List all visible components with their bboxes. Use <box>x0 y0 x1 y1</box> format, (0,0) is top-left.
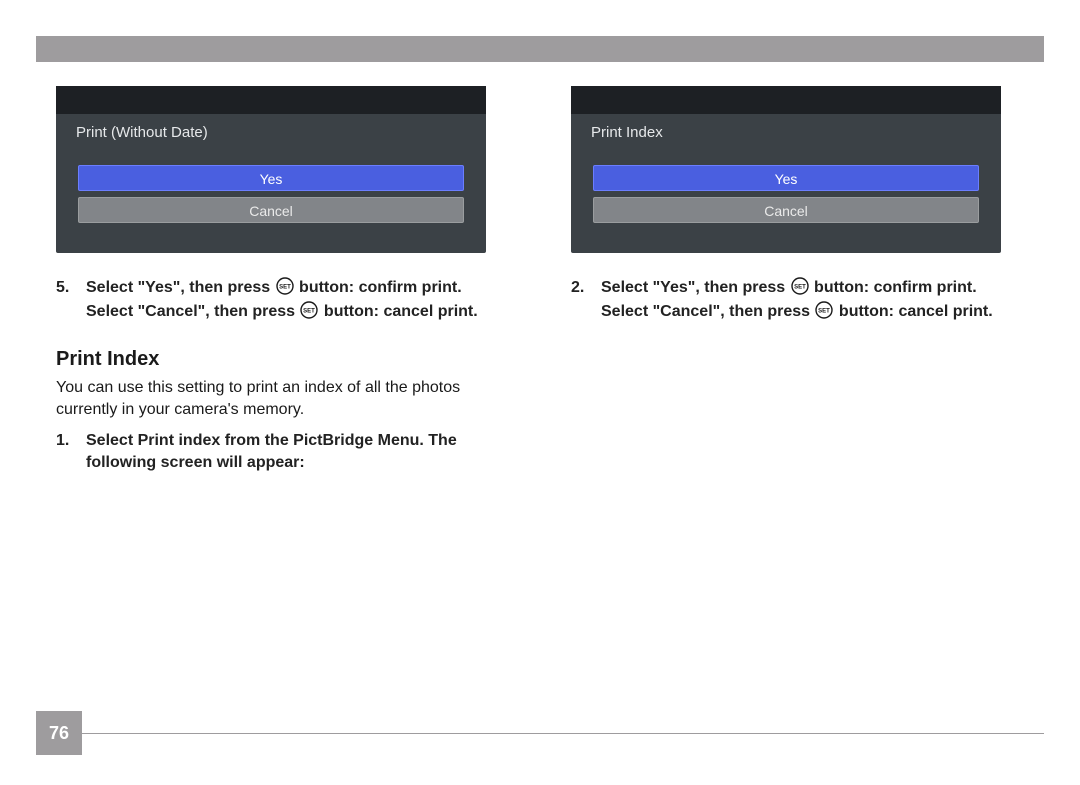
set-button-icon: SET <box>815 301 833 319</box>
screenshot-option-yes: Yes <box>78 165 464 191</box>
step-text: Select Print index from the PictBridge M… <box>86 430 509 473</box>
svg-text:SET: SET <box>794 285 806 291</box>
step-text: Select "Yes", then press SET button: con… <box>601 277 1024 322</box>
screenshot-option-yes: Yes <box>593 165 979 191</box>
svg-text:SET: SET <box>304 308 316 314</box>
left-steps-top: 5. Select "Yes", then press SET button: … <box>56 277 509 322</box>
text-fragment: button: cancel print. <box>834 303 992 320</box>
page-number: 76 <box>36 711 82 755</box>
text-fragment: button: cancel print. <box>319 303 477 320</box>
page-body: Print (Without Date) Yes Cancel 5. Selec… <box>48 86 1032 745</box>
step-subline: Select "Cancel", then press SET button: … <box>86 301 509 323</box>
section-heading-print-index: Print Index <box>56 348 509 371</box>
step-number: 5. <box>56 277 72 322</box>
screenshot-option-cancel: Cancel <box>78 197 464 223</box>
screenshot-print-index: Print Index Yes Cancel <box>571 86 1001 253</box>
page-footer: 76 <box>36 711 1044 741</box>
text-fragment: Select "Yes", then press <box>601 279 790 296</box>
screenshot-title: Print (Without Date) <box>56 114 486 159</box>
step-5: 5. Select "Yes", then press SET button: … <box>56 277 509 322</box>
svg-text:SET: SET <box>279 285 291 291</box>
screenshot-title: Print Index <box>571 114 1001 159</box>
left-column: Print (Without Date) Yes Cancel 5. Selec… <box>48 86 517 745</box>
text-fragment: button: confirm print. <box>810 279 977 296</box>
screenshot-titlebar <box>571 86 1001 114</box>
step-number: 1. <box>56 430 72 473</box>
header-bar <box>36 36 1044 62</box>
step-text: Select "Yes", then press SET button: con… <box>86 277 509 322</box>
svg-text:SET: SET <box>819 308 831 314</box>
footer-rule <box>82 733 1044 734</box>
set-button-icon: SET <box>791 277 809 295</box>
step-2: 2. Select "Yes", then press SET button: … <box>571 277 1024 322</box>
text-fragment: Select "Cancel", then press <box>86 303 299 320</box>
section-body-text: You can use this setting to print an ind… <box>56 377 509 420</box>
screenshot-titlebar <box>56 86 486 114</box>
screenshot-option-cancel: Cancel <box>593 197 979 223</box>
text-fragment: Select "Cancel", then press <box>601 303 814 320</box>
set-button-icon: SET <box>276 277 294 295</box>
step-number: 2. <box>571 277 587 322</box>
step-subline: Select "Cancel", then press SET button: … <box>601 301 1024 323</box>
screenshot-print-without-date: Print (Without Date) Yes Cancel <box>56 86 486 253</box>
right-steps: 2. Select "Yes", then press SET button: … <box>571 277 1024 322</box>
text-fragment: button: confirm print. <box>295 279 462 296</box>
right-column: Print Index Yes Cancel 2. Select "Yes", … <box>563 86 1032 745</box>
step-1: 1. Select Print index from the PictBridg… <box>56 430 509 473</box>
text-fragment: Select "Yes", then press <box>86 279 275 296</box>
set-button-icon: SET <box>300 301 318 319</box>
left-steps-bottom: 1. Select Print index from the PictBridg… <box>56 430 509 473</box>
